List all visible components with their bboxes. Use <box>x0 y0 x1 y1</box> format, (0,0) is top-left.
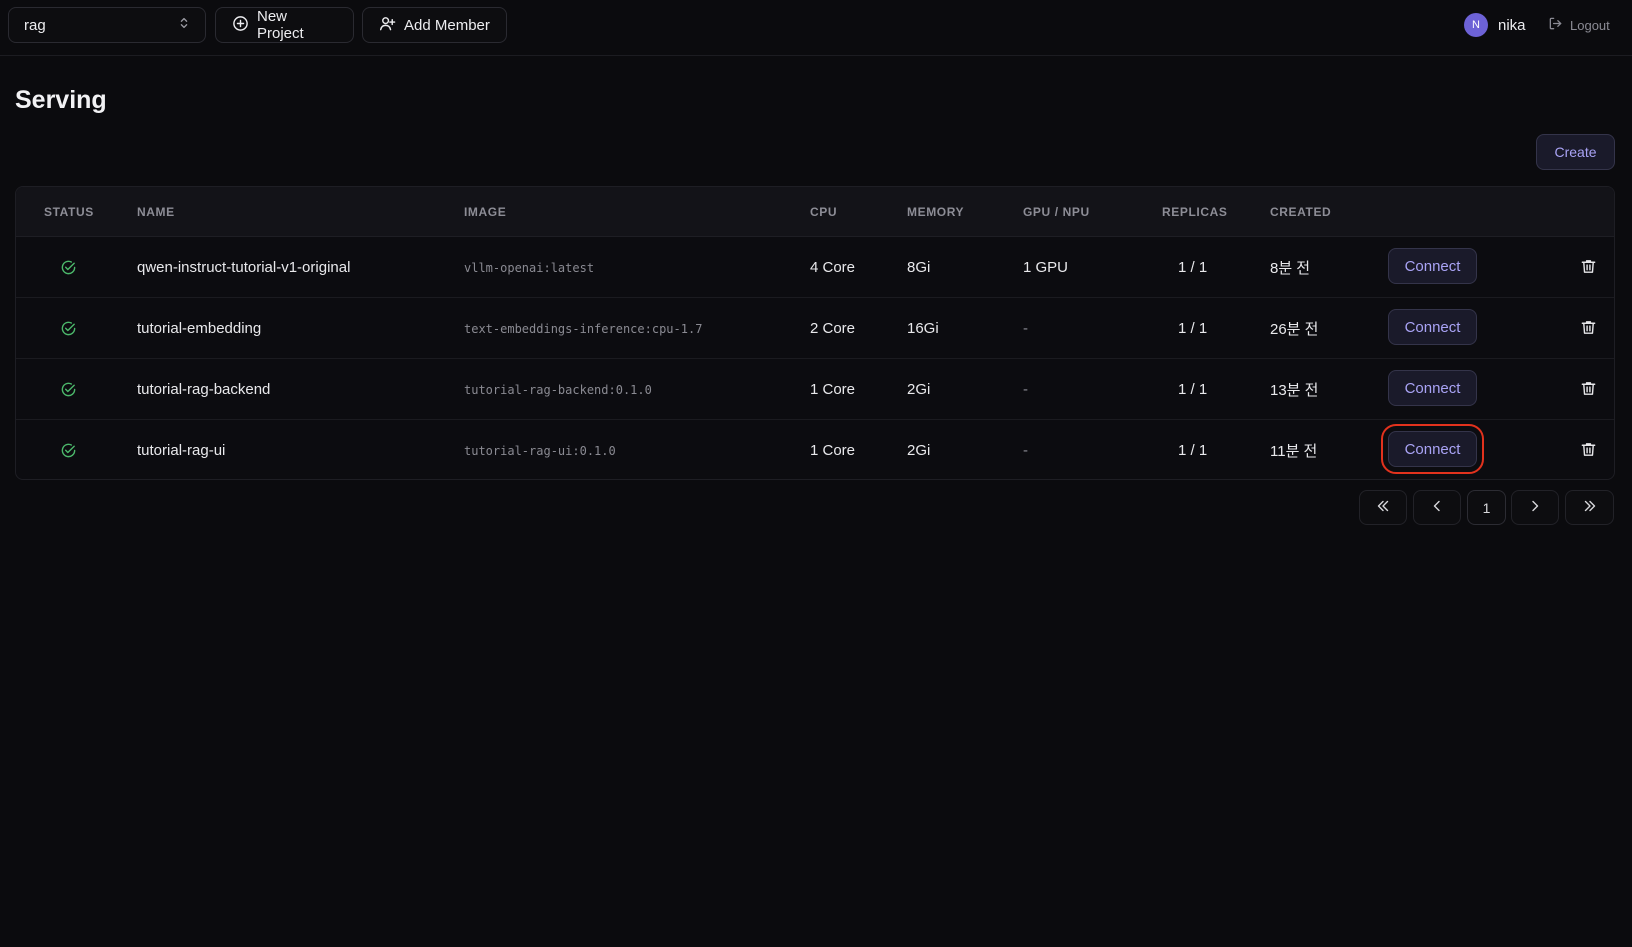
header-image: IMAGE <box>464 205 507 219</box>
double-chevron-right-icon <box>1582 498 1598 517</box>
row-created: 26분 전 <box>1270 321 1319 338</box>
status-ok-icon <box>60 237 77 298</box>
header-status: STATUS <box>44 205 94 219</box>
add-member-label: Add Member <box>404 16 490 34</box>
new-project-label: New Project <box>257 8 304 42</box>
user-plus-icon <box>379 15 396 36</box>
project-select-value: rag <box>24 16 46 34</box>
prev-page-button[interactable] <box>1413 490 1461 525</box>
avatar: N <box>1464 13 1488 37</box>
trash-icon[interactable] <box>1580 441 1597 458</box>
trash-icon[interactable] <box>1580 319 1597 336</box>
row-image: vllm-openai:latest <box>464 260 595 275</box>
trash-icon[interactable] <box>1580 380 1597 397</box>
table-header: STATUS NAME IMAGE CPU MEMORY GPU / NPU R… <box>16 187 1614 237</box>
row-name: tutorial-rag-backend <box>137 381 271 398</box>
next-page-button[interactable] <box>1511 490 1559 525</box>
logout-label: Logout <box>1570 17 1610 33</box>
row-name: tutorial-embedding <box>137 320 262 337</box>
connect-button[interactable]: Connect <box>1388 309 1477 345</box>
top-bar: rag New Project Add Member N nika Logout <box>0 0 1632 56</box>
serving-table: STATUS NAME IMAGE CPU MEMORY GPU / NPU R… <box>15 186 1615 480</box>
row-memory: 2Gi <box>907 442 931 459</box>
status-ok-icon <box>60 359 77 420</box>
header-replicas: REPLICAS <box>1162 205 1228 219</box>
row-name: qwen-instruct-tutorial-v1-original <box>137 259 351 276</box>
create-button[interactable]: Create <box>1536 134 1615 170</box>
user-name: nika <box>1498 16 1526 34</box>
row-cpu: 4 Core <box>810 259 856 276</box>
row-gpu: - <box>1023 320 1028 337</box>
chevron-up-down-icon <box>177 16 191 34</box>
header-gpu: GPU / NPU <box>1023 205 1090 219</box>
last-page-button[interactable] <box>1565 490 1614 525</box>
row-cpu: 1 Core <box>810 442 856 459</box>
row-gpu: - <box>1023 442 1028 459</box>
row-image: tutorial-rag-ui:0.1.0 <box>464 443 616 458</box>
row-image: text-embeddings-inference:cpu-1.7 <box>464 321 703 336</box>
double-chevron-left-icon <box>1375 498 1391 517</box>
row-replicas: 1 / 1 <box>1178 381 1208 398</box>
row-cpu: 2 Core <box>810 320 856 337</box>
connect-button[interactable]: Connect <box>1388 248 1477 284</box>
row-replicas: 1 / 1 <box>1178 442 1208 459</box>
row-cpu: 1 Core <box>810 381 856 398</box>
row-image: tutorial-rag-backend:0.1.0 <box>464 382 652 397</box>
user-menu[interactable]: N nika <box>1464 12 1526 38</box>
header-created: CREATED <box>1270 205 1332 219</box>
table-row: qwen-instruct-tutorial-v1-original vllm-… <box>16 237 1614 298</box>
pagination: 1 <box>1359 490 1615 526</box>
row-name: tutorial-rag-ui <box>137 442 226 459</box>
project-select[interactable]: rag <box>8 7 206 43</box>
row-created: 8분 전 <box>1270 260 1311 277</box>
new-project-button[interactable]: New Project <box>215 7 354 43</box>
logout-button[interactable]: Logout <box>1548 14 1610 36</box>
trash-icon[interactable] <box>1580 258 1597 275</box>
header-memory: MEMORY <box>907 205 965 219</box>
header-cpu: CPU <box>810 205 838 219</box>
plus-circle-icon <box>232 15 249 36</box>
first-page-button[interactable] <box>1359 490 1407 525</box>
table-row: tutorial-rag-backend tutorial-rag-backen… <box>16 359 1614 420</box>
table-row: tutorial-embedding text-embeddings-infer… <box>16 298 1614 359</box>
table-row: tutorial-rag-ui tutorial-rag-ui:0.1.0 1 … <box>16 420 1614 479</box>
connect-button-highlighted[interactable]: Connect <box>1381 424 1484 474</box>
row-memory: 16Gi <box>907 320 939 337</box>
status-ok-icon <box>60 298 77 359</box>
row-gpu: - <box>1023 381 1028 398</box>
add-member-button[interactable]: Add Member <box>362 7 507 43</box>
chevron-right-icon <box>1527 498 1543 517</box>
row-replicas: 1 / 1 <box>1178 320 1208 337</box>
chevron-left-icon <box>1429 498 1445 517</box>
logout-icon <box>1548 16 1563 34</box>
row-replicas: 1 / 1 <box>1178 259 1208 276</box>
row-created: 13분 전 <box>1270 382 1319 399</box>
status-ok-icon <box>60 420 77 479</box>
page-title: Serving <box>15 86 107 114</box>
row-memory: 8Gi <box>907 259 931 276</box>
row-created: 11분 전 <box>1270 443 1318 460</box>
header-name: NAME <box>137 205 175 219</box>
page-1-button[interactable]: 1 <box>1467 490 1506 525</box>
row-gpu: 1 GPU <box>1023 259 1069 276</box>
connect-button[interactable]: Connect <box>1388 370 1477 406</box>
row-memory: 2Gi <box>907 381 931 398</box>
